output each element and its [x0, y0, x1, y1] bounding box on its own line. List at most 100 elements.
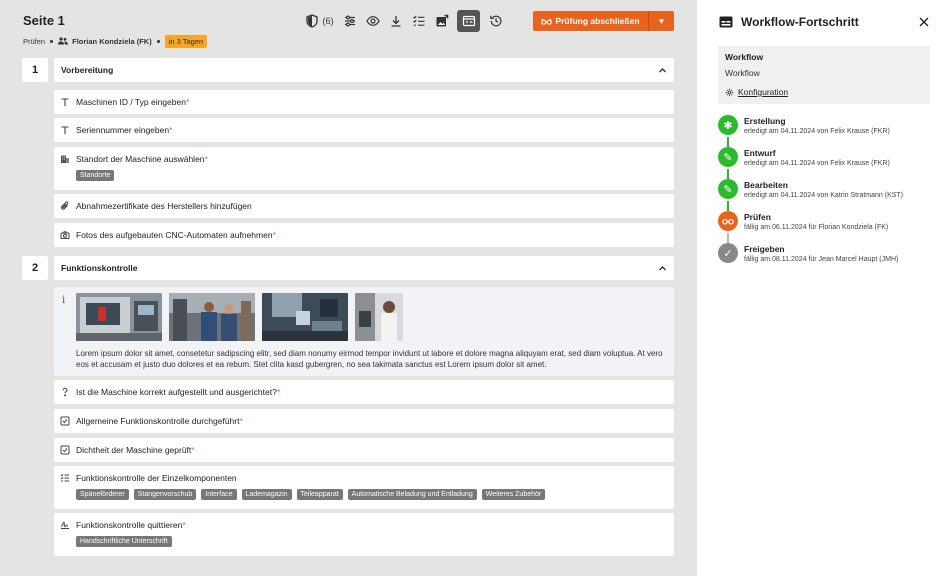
- item-label: Funktionskontrolle quittieren: [76, 520, 183, 530]
- item-label: Allgemeine Funktionskontrolle durchgefüh…: [76, 416, 240, 426]
- finish-review-button-group: Prüfung abschließen ▼: [533, 11, 674, 31]
- tag: Weiteres Zubehör: [481, 489, 546, 500]
- checklist-main: Seite 1 Prüfen Florian Kondziela (FK) in…: [0, 0, 697, 576]
- preview-button[interactable]: [361, 10, 384, 32]
- history-button[interactable]: [484, 10, 507, 32]
- step-detail: erledigt am 04.11.2024 von Felix Krause …: [744, 160, 890, 167]
- list-item[interactable]: Maschinen ID / Typ eingeben*: [54, 90, 674, 114]
- toolbar: (6): [300, 10, 507, 32]
- list-item[interactable]: Abnahmezertifikate des Herstellers hinzu…: [54, 194, 674, 218]
- workflow-step: Prüfen fällig am 06.11.2024 für Florian …: [718, 208, 903, 243]
- tag: Teileapparat: [296, 489, 343, 500]
- section-header[interactable]: Vorbereitung: [54, 58, 674, 82]
- configuration-link[interactable]: Konfiguration: [725, 87, 923, 97]
- list-item[interactable]: Funktionskontrolle der Einzelkomponenten…: [54, 466, 674, 509]
- separator-dot: [156, 39, 160, 43]
- list-item[interactable]: Standort der Maschine auswählen* Standor…: [54, 147, 674, 190]
- item-label: Funktionskontrolle der Einzelkomponenten: [76, 473, 237, 483]
- gear-icon: [725, 88, 734, 96]
- list-item[interactable]: Fotos des aufgebauten CNC-Automaten aufn…: [54, 223, 674, 247]
- image-gallery: [76, 293, 403, 341]
- page-title: Seite 1: [23, 13, 65, 28]
- page-meta: Prüfen Florian Kondziela (FK) in 3 Tagen: [23, 34, 208, 48]
- list-item[interactable]: Dichtheit der Maschine geprüft*: [54, 438, 674, 462]
- question-icon: [62, 387, 68, 397]
- workflow-step: ✱ Erstellung erledigt am 04.11.2024 von …: [718, 112, 903, 147]
- workflow-panel: Workflow-Fortschritt Workflow Workflow K…: [697, 0, 952, 576]
- step-detail: erledigt am 04.11.2024 von Felix Krause …: [744, 128, 890, 135]
- comments-button[interactable]: (6): [300, 10, 338, 32]
- eye-icon: [365, 16, 380, 26]
- step-detail: fällig am 08.11.2024 für Jean Marcel Hau…: [744, 256, 899, 263]
- section-number: 2: [22, 256, 48, 280]
- chevron-up-icon[interactable]: [658, 264, 667, 273]
- asterisk-icon: ✱: [718, 115, 738, 135]
- info-text: Lorem ipsum dolor sit amet, consetetur s…: [76, 349, 663, 369]
- text-icon: [61, 126, 69, 134]
- workflow-panel-icon: [462, 15, 475, 27]
- image-export-icon: [436, 14, 448, 27]
- step-name: Erstellung: [744, 116, 786, 126]
- close-icon[interactable]: [918, 16, 930, 28]
- separator-dot: [50, 39, 54, 43]
- check-icon: ✓: [718, 243, 738, 263]
- tag: Handschriftliche Unterschrift: [76, 536, 172, 547]
- item-label: Abnahmezertifikate des Herstellers hinzu…: [76, 201, 252, 211]
- tag: Lademagazin: [241, 489, 292, 500]
- finish-review-dropdown[interactable]: ▼: [648, 11, 674, 31]
- operator-photo-thumbnail[interactable]: [355, 293, 403, 341]
- checkbox-icon: [60, 416, 70, 426]
- current-step-label: Prüfen: [23, 36, 46, 46]
- required-marker: *: [204, 154, 208, 164]
- section-header[interactable]: Funktionskontrolle: [54, 256, 674, 280]
- workflow-panel-icon: [719, 16, 733, 28]
- download-icon: [391, 16, 400, 27]
- image-export-button[interactable]: [430, 10, 453, 32]
- item-label: Standort der Maschine auswählen: [76, 154, 205, 164]
- item-label: Fotos des aufgebauten CNC-Automaten aufn…: [76, 230, 273, 240]
- section-number: 1: [22, 58, 48, 82]
- workers-photo-thumbnail[interactable]: [169, 293, 255, 341]
- step-detail: erledigt am 04.11.2024 von Katrin Stratm…: [744, 192, 904, 199]
- text-icon: [61, 98, 69, 106]
- history-icon: [489, 15, 501, 27]
- caret-down-icon: ▼: [657, 16, 666, 26]
- workflow-name: Workflow: [725, 68, 760, 78]
- list-item[interactable]: Seriennummer eingeben*: [54, 118, 674, 142]
- sliders-icon: [344, 15, 355, 27]
- required-marker: *: [185, 97, 190, 107]
- list-item[interactable]: Ist die Maschine korrekt aufgestellt und…: [54, 380, 674, 404]
- step-name: Bearbeiten: [744, 180, 788, 190]
- required-marker: *: [272, 230, 276, 240]
- list-item[interactable]: Funktionskontrolle quittieren* Handschri…: [54, 513, 674, 556]
- chevron-up-icon[interactable]: [658, 66, 667, 75]
- settings-button[interactable]: [338, 10, 361, 32]
- finish-review-button[interactable]: Prüfung abschließen: [533, 11, 648, 31]
- workflow-panel-toggle[interactable]: [457, 10, 480, 32]
- paperclip-icon: [60, 201, 69, 210]
- item-label: Seriennummer eingeben: [76, 125, 170, 135]
- cnc-photo-thumbnail[interactable]: [262, 293, 348, 341]
- workflow-step: ✎ Entwurf erledigt am 04.11.2024 von Fel…: [718, 144, 903, 179]
- required-marker: *: [276, 387, 281, 397]
- download-button[interactable]: [384, 10, 407, 32]
- required-marker: *: [182, 520, 186, 530]
- workflow-info: Workflow Workflow Konfiguration: [718, 46, 930, 104]
- workflow-step: ✎ Bearbeiten erledigt am 04.11.2024 von …: [718, 176, 904, 211]
- step-detail: fällig am 06.11.2024 für Florian Kondzie…: [744, 224, 889, 231]
- machine-photo-thumbnail[interactable]: [76, 293, 162, 341]
- task-list-button[interactable]: [407, 10, 430, 32]
- item-label: Dichtheit der Maschine geprüft: [76, 445, 192, 455]
- checkbox-icon: [60, 445, 70, 455]
- shield-icon: [305, 14, 318, 28]
- info-block: i Lorem ipsum dolor sit amet, consetetur…: [54, 287, 674, 376]
- location-list-icon: [61, 155, 69, 163]
- due-badge: in 3 Tagen: [164, 34, 208, 48]
- required-marker: *: [191, 445, 195, 455]
- signature-icon: [61, 521, 69, 529]
- workflow-steps: ✱ Erstellung erledigt am 04.11.2024 von …: [718, 112, 903, 272]
- step-name: Freigeben: [744, 244, 785, 254]
- section-title: Vorbereitung: [61, 65, 114, 75]
- list-item[interactable]: Allgemeine Funktionskontrolle durchgefüh…: [54, 409, 674, 433]
- workflow-step: ✓ Freigeben fällig am 08.11.2024 für Jea…: [718, 240, 903, 272]
